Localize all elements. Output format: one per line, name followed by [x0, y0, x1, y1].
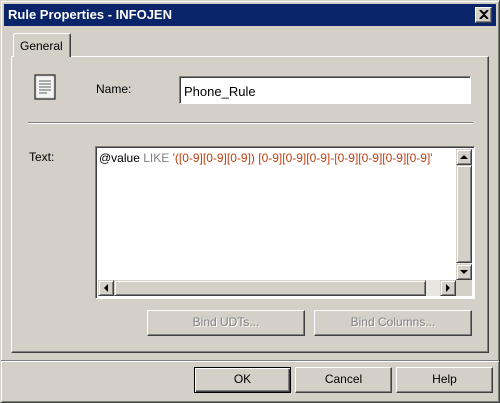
cancel-button[interactable]: Cancel — [295, 367, 392, 393]
footer-divider — [1, 360, 499, 362]
section-divider — [28, 122, 473, 124]
bind-columns-button[interactable]: Bind Columns... — [314, 310, 472, 336]
close-button[interactable] — [475, 7, 492, 23]
tab-general-label: General — [20, 39, 63, 53]
rule-text-content[interactable]: @value LIKE '([0-9][0-9][0-9]) [0-9][0-9… — [99, 151, 451, 165]
name-label: Name: — [96, 82, 132, 96]
rule-text-keyword: LIKE — [143, 151, 170, 165]
scroll-right-button[interactable] — [440, 280, 456, 296]
scroll-right-arrow-icon — [446, 284, 450, 292]
vertical-scrollbar[interactable] — [456, 149, 472, 280]
scroll-left-arrow-icon — [104, 284, 108, 292]
name-input[interactable] — [179, 76, 471, 104]
rule-text-variable: @value — [99, 151, 140, 165]
scroll-down-arrow-icon — [460, 270, 468, 274]
rule-text-pattern: '([0-9][0-9][0-9]) [0-9][0-9][0-9]-[0-9]… — [172, 151, 433, 165]
rule-text-area[interactable]: @value LIKE '([0-9][0-9][0-9]) [0-9][0-9… — [95, 146, 475, 299]
rule-properties-dialog: Rule Properties - INFOJEN General Name: … — [0, 0, 500, 403]
bind-udts-button[interactable]: Bind UDTs... — [147, 310, 305, 336]
ok-button[interactable]: OK — [194, 367, 291, 393]
text-label: Text: — [29, 150, 55, 164]
horizontal-scroll-thumb[interactable] — [114, 280, 426, 296]
close-icon — [479, 10, 489, 19]
scroll-down-button[interactable] — [456, 264, 472, 280]
scroll-up-button[interactable] — [456, 149, 472, 165]
scrollbar-corner — [456, 280, 472, 296]
vertical-scroll-thumb[interactable] — [456, 165, 472, 263]
scroll-up-arrow-icon — [460, 155, 468, 159]
title-bar[interactable]: Rule Properties - INFOJEN — [4, 4, 496, 26]
rule-document-icon — [34, 74, 56, 100]
help-button[interactable]: Help — [396, 367, 493, 393]
scroll-left-button[interactable] — [98, 280, 114, 296]
horizontal-scrollbar[interactable] — [98, 280, 456, 296]
window-title: Rule Properties - INFOJEN — [8, 7, 172, 22]
tab-general[interactable]: General — [13, 33, 71, 57]
